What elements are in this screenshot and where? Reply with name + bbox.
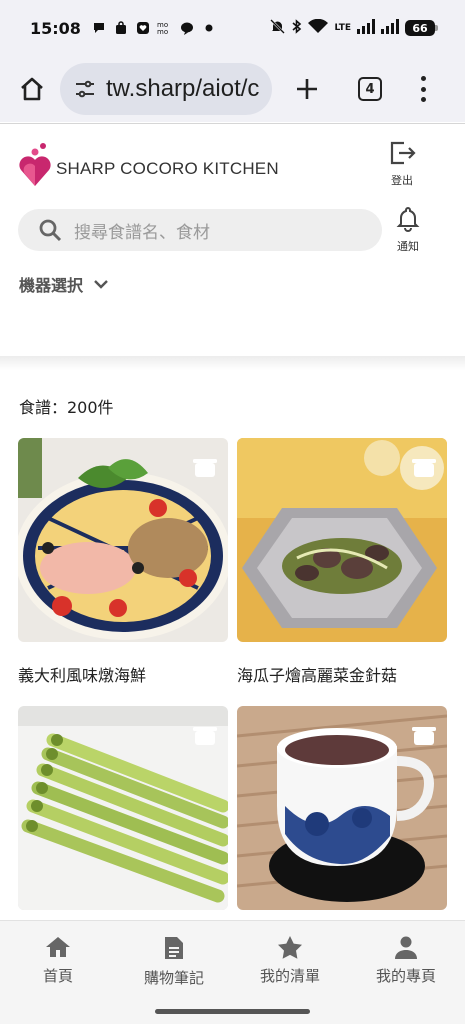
header-divider <box>0 356 465 370</box>
star-icon <box>278 936 302 959</box>
search-bar[interactable]: 搜尋食譜名、食材 <box>18 209 382 251</box>
brand-name: SHARP COCORO KITCHEN <box>56 159 279 178</box>
toolbar-divider <box>0 123 465 124</box>
nav-home[interactable]: 首頁 <box>0 935 116 986</box>
browser-toolbar: tw.sharp/aiot/c 4 <box>0 56 465 122</box>
pot-icon <box>412 459 436 477</box>
recipe-title[interactable]: 海瓜子燴高麗菜金針菇 <box>237 662 447 686</box>
line-icon <box>179 20 195 36</box>
search-icon <box>39 219 62 242</box>
heart-logo-icon <box>19 143 51 186</box>
site-settings-icon[interactable] <box>74 78 96 100</box>
shopping-bag-icon <box>113 20 129 36</box>
bell-icon <box>396 206 420 232</box>
new-tab-button[interactable] <box>292 74 322 104</box>
recipe-title[interactable]: 義大利風味燉海鮮 <box>18 662 228 686</box>
brand-logo[interactable]: SHARP COCORO KITCHEN <box>18 142 279 188</box>
machine-select-label: 機器選択 <box>19 276 84 295</box>
nav-shopping-notes-label: 購物筆記 <box>143 969 204 987</box>
machine-select-dropdown[interactable]: 機器選択 <box>19 272 109 296</box>
logout-icon <box>390 141 416 165</box>
status-time: 15:08 <box>30 18 81 38</box>
recipe-card[interactable]: 義大利風味燉海鮮 <box>18 438 228 686</box>
wifi-icon <box>308 18 329 37</box>
recipe-count: 食譜：200件 <box>19 398 114 417</box>
recipe-card[interactable] <box>18 706 228 930</box>
pot-icon <box>193 727 217 745</box>
nav-my-page[interactable]: 我的專頁 <box>348 935 464 986</box>
recipe-photo-bean-soup[interactable] <box>237 706 447 910</box>
notification-icons: mo mo <box>91 20 217 36</box>
gesture-bar[interactable] <box>155 1009 310 1014</box>
recipe-photo-seafood[interactable] <box>18 438 228 642</box>
mute-icon <box>270 19 286 37</box>
bluetooth-icon <box>291 19 302 37</box>
signal-icon <box>357 19 375 37</box>
home-outline-icon <box>21 77 43 101</box>
plus-icon <box>297 79 317 99</box>
tab-switcher-button[interactable]: 4 <box>358 77 382 101</box>
nav-my-list-label: 我的清單 <box>259 967 320 985</box>
recipe-card[interactable]: 海瓜子燴高麗菜金針菇 <box>237 438 447 686</box>
system-icons: LTE 66 <box>270 18 438 37</box>
nav-my-list[interactable]: 我的清單 <box>232 935 348 986</box>
pot-icon <box>412 727 436 745</box>
browser-menu-button[interactable] <box>418 76 428 102</box>
nav-my-page-label: 我的專頁 <box>375 967 436 985</box>
svg-text:mo: mo <box>157 28 168 35</box>
logout-label: 登出 <box>391 174 413 187</box>
note-icon <box>165 937 183 959</box>
nav-home-label: 首頁 <box>42 967 73 985</box>
recipe-photo-clams[interactable] <box>237 438 447 642</box>
home-icon <box>46 937 70 957</box>
search-placeholder[interactable]: 搜尋食譜名、食材 <box>74 218 210 243</box>
battery-icon: 66 <box>405 20 438 36</box>
browser-home-button[interactable] <box>12 69 52 109</box>
status-bar: 15:08 mo mo LTE 66 <box>0 0 465 56</box>
momo-icon: mo mo <box>157 20 173 36</box>
notification-button[interactable]: 通知 <box>390 206 426 254</box>
volte-icon: LTE <box>334 22 351 33</box>
signal-icon-2 <box>381 19 399 37</box>
logout-button[interactable]: 登出 <box>384 140 420 188</box>
notify-label: 通知 <box>397 240 419 253</box>
recipe-card[interactable] <box>237 706 447 930</box>
url-text[interactable]: tw.sharp/aiot/c <box>106 75 259 103</box>
person-icon <box>395 936 417 959</box>
nav-shopping-notes[interactable]: 購物筆記 <box>116 935 232 988</box>
recipe-photo-asparagus[interactable] <box>18 706 228 910</box>
address-bar[interactable]: tw.sharp/aiot/c <box>60 63 272 115</box>
chevron-down-icon <box>94 280 108 289</box>
chat-icon <box>91 20 107 36</box>
heart-icon <box>135 20 151 36</box>
dot-icon <box>201 20 217 36</box>
pot-icon <box>193 459 217 477</box>
